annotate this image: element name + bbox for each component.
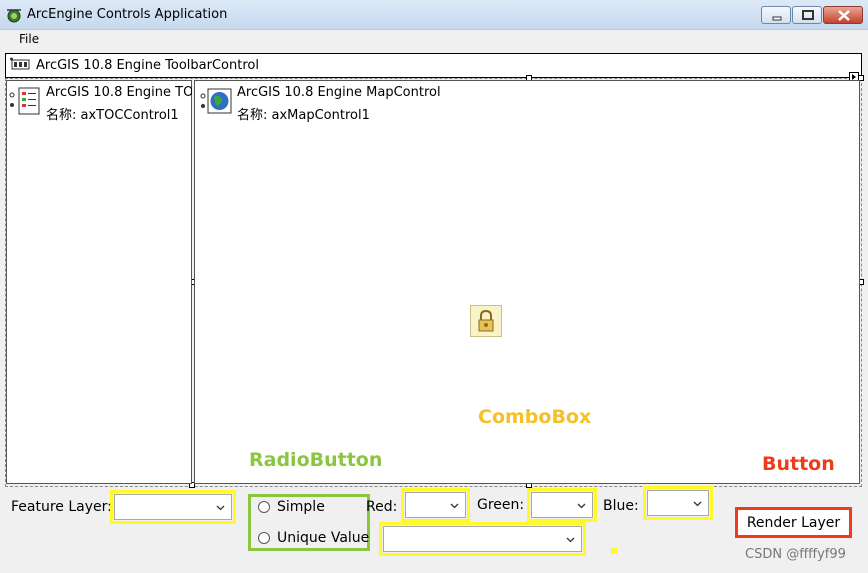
annotation-radiobutton: RadioButton <box>249 449 383 471</box>
menu-bar <box>0 30 868 50</box>
menu-file[interactable]: File <box>19 32 39 46</box>
unique-value-field-combobox[interactable] <box>379 522 586 556</box>
toc-control[interactable] <box>6 80 192 484</box>
map-control-icon <box>200 88 232 116</box>
radio-simple-label[interactable]: Simple <box>277 499 325 515</box>
red-label: Red: <box>366 499 398 515</box>
license-lock-icon <box>470 305 502 337</box>
watermark: CSDN @ffffyf99 <box>745 547 846 562</box>
minimize-icon <box>772 16 782 21</box>
app-icon <box>5 6 23 24</box>
chevron-down-icon <box>577 503 586 509</box>
radio-unique-value[interactable] <box>258 532 270 544</box>
radio-unique-value-label[interactable]: Unique Value <box>277 530 369 546</box>
radio-simple[interactable] <box>258 501 270 513</box>
toc-control-icon <box>9 86 41 116</box>
green-label: Green: <box>477 497 525 513</box>
toc-control-title: ArcGIS 10.8 Engine TOCControl <box>46 85 192 100</box>
render-layer-button[interactable]: Render Layer <box>735 507 852 538</box>
toc-control-name: 名称: axTOCControl1 <box>46 108 179 123</box>
feature-layer-label: Feature Layer: <box>11 499 112 515</box>
blue-combobox[interactable] <box>643 486 713 520</box>
highlight-marker <box>611 548 617 554</box>
close-icon <box>838 10 850 21</box>
maximize-icon <box>802 10 814 20</box>
chevron-down-icon <box>566 537 575 543</box>
minimize-button[interactable] <box>761 6 791 24</box>
annotation-combobox: ComboBox <box>478 406 592 428</box>
feature-layer-combobox[interactable] <box>110 490 236 524</box>
close-button[interactable] <box>823 6 863 24</box>
maximize-button[interactable] <box>792 6 822 24</box>
map-control-title: ArcGIS 10.8 Engine MapControl <box>237 85 441 100</box>
chevron-down-icon <box>216 505 225 511</box>
red-combobox[interactable] <box>401 488 470 522</box>
blue-label: Blue: <box>603 498 639 514</box>
chevron-down-icon <box>693 501 702 507</box>
toolbar-control-icon <box>10 56 30 74</box>
chevron-down-icon <box>450 503 459 509</box>
toolbar-control-label: ArcGIS 10.8 Engine ToolbarControl <box>36 58 259 73</box>
window-title: ArcEngine Controls Application <box>27 7 228 22</box>
annotation-button: Button <box>762 453 835 475</box>
map-control-name: 名称: axMapControl1 <box>237 108 370 123</box>
green-combobox[interactable] <box>527 488 597 522</box>
